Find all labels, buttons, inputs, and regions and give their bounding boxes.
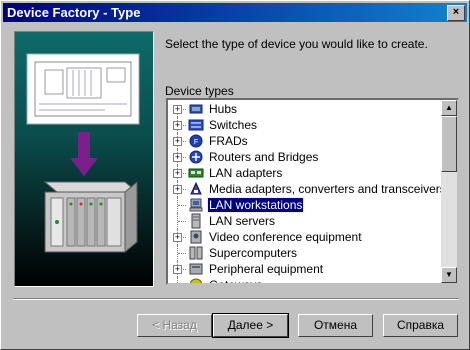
expand-toggle[interactable]: + — [173, 137, 182, 146]
expand-toggle[interactable]: + — [173, 105, 182, 114]
tree-item[interactable]: + F FRADs — [168, 133, 443, 149]
supercomputer-icon — [189, 246, 203, 260]
frad-icon: F — [189, 134, 203, 148]
svg-text:F: F — [194, 139, 198, 146]
separator — [13, 298, 459, 300]
tree-connector — [178, 205, 186, 206]
back-button[interactable]: < Назад — [137, 314, 212, 337]
device-factory-window: Device Factory - Type × Select the type … — [0, 0, 470, 350]
tree-item-label: Gateways — [208, 278, 263, 283]
tree-item-label: Routers and Bridges — [209, 150, 319, 164]
device-types-label: Device types — [165, 84, 234, 98]
tree-item-label: Video conference equipment — [209, 230, 362, 244]
tree-item[interactable]: + Media adapters, converters and transcei… — [168, 181, 443, 197]
instruction-text: Select the type of device you would like… — [165, 37, 428, 51]
router-icon — [189, 150, 203, 164]
switch-icon — [188, 119, 204, 131]
hub-icon — [189, 104, 203, 114]
cancel-button[interactable]: Отмена — [298, 314, 373, 337]
tree-item-label: LAN workstations — [206, 197, 305, 213]
scroll-thumb[interactable] — [441, 116, 457, 172]
video-conference-icon — [190, 230, 202, 244]
media-adapter-icon — [190, 181, 202, 195]
scroll-up-button[interactable]: ▲ — [441, 100, 457, 116]
device-factory-artwork — [26, 53, 140, 254]
device-types-tree[interactable]: + Hubs + Switches + F FRADs + Routers and Bridge… — [166, 98, 459, 285]
tree-connector — [177, 277, 178, 283]
tree-item-label: LAN adapters — [209, 166, 283, 180]
expand-toggle[interactable]: + — [173, 265, 182, 274]
expand-toggle[interactable]: + — [173, 153, 182, 162]
tree-connector — [178, 253, 186, 254]
wizard-illustration — [14, 31, 154, 287]
tree-item-label: FRADs — [209, 134, 248, 148]
expand-toggle[interactable]: + — [173, 233, 182, 242]
tree-item[interactable]: Gateways — [168, 277, 443, 283]
tree-item[interactable]: + Video conference equipment — [168, 229, 443, 245]
server-icon — [191, 213, 201, 229]
scroll-down-button[interactable]: ▼ — [441, 267, 457, 283]
expand-toggle[interactable]: + — [173, 185, 182, 194]
tree-item-label: LAN servers — [209, 214, 276, 228]
next-button[interactable]: Далее > — [212, 313, 289, 338]
tree-item[interactable]: + LAN adapters — [168, 165, 443, 181]
expand-toggle[interactable]: + — [173, 169, 182, 178]
gateway-icon — [189, 278, 203, 283]
window-title: Device Factory - Type — [7, 5, 141, 20]
tree-item[interactable]: + Hubs — [168, 101, 443, 125]
peripheral-icon — [189, 263, 203, 275]
workstation-icon — [189, 198, 203, 212]
tree-item[interactable]: LAN workstations — [168, 197, 443, 213]
tree-item-label: Peripheral equipment — [209, 262, 324, 276]
tree-item[interactable]: + Routers and Bridges — [168, 149, 443, 165]
title-bar[interactable]: Device Factory - Type × — [3, 3, 467, 22]
tree-item-label: Switches — [209, 118, 258, 132]
tree-connector — [178, 221, 186, 222]
tree-item[interactable]: + Peripheral equipment — [168, 261, 443, 277]
tree-item[interactable]: Supercomputers — [168, 245, 443, 261]
close-button[interactable]: × — [447, 5, 465, 21]
expand-toggle[interactable]: + — [173, 121, 182, 130]
tree-items: + Hubs + Switches + F FRADs + Routers and Bridge… — [168, 100, 443, 283]
tree-item-label: Supercomputers — [209, 246, 298, 260]
vertical-scrollbar[interactable]: ▲ ▼ — [441, 100, 457, 283]
tree-item-label: Media adapters, converters and transceiv… — [209, 182, 443, 196]
help-button[interactable]: Справка — [383, 314, 458, 337]
lan-adapter-icon — [188, 168, 204, 178]
tree-item[interactable]: + Switches — [168, 117, 443, 133]
tree-item-label: Hubs — [209, 102, 238, 116]
tree-item[interactable]: LAN servers — [168, 213, 443, 229]
